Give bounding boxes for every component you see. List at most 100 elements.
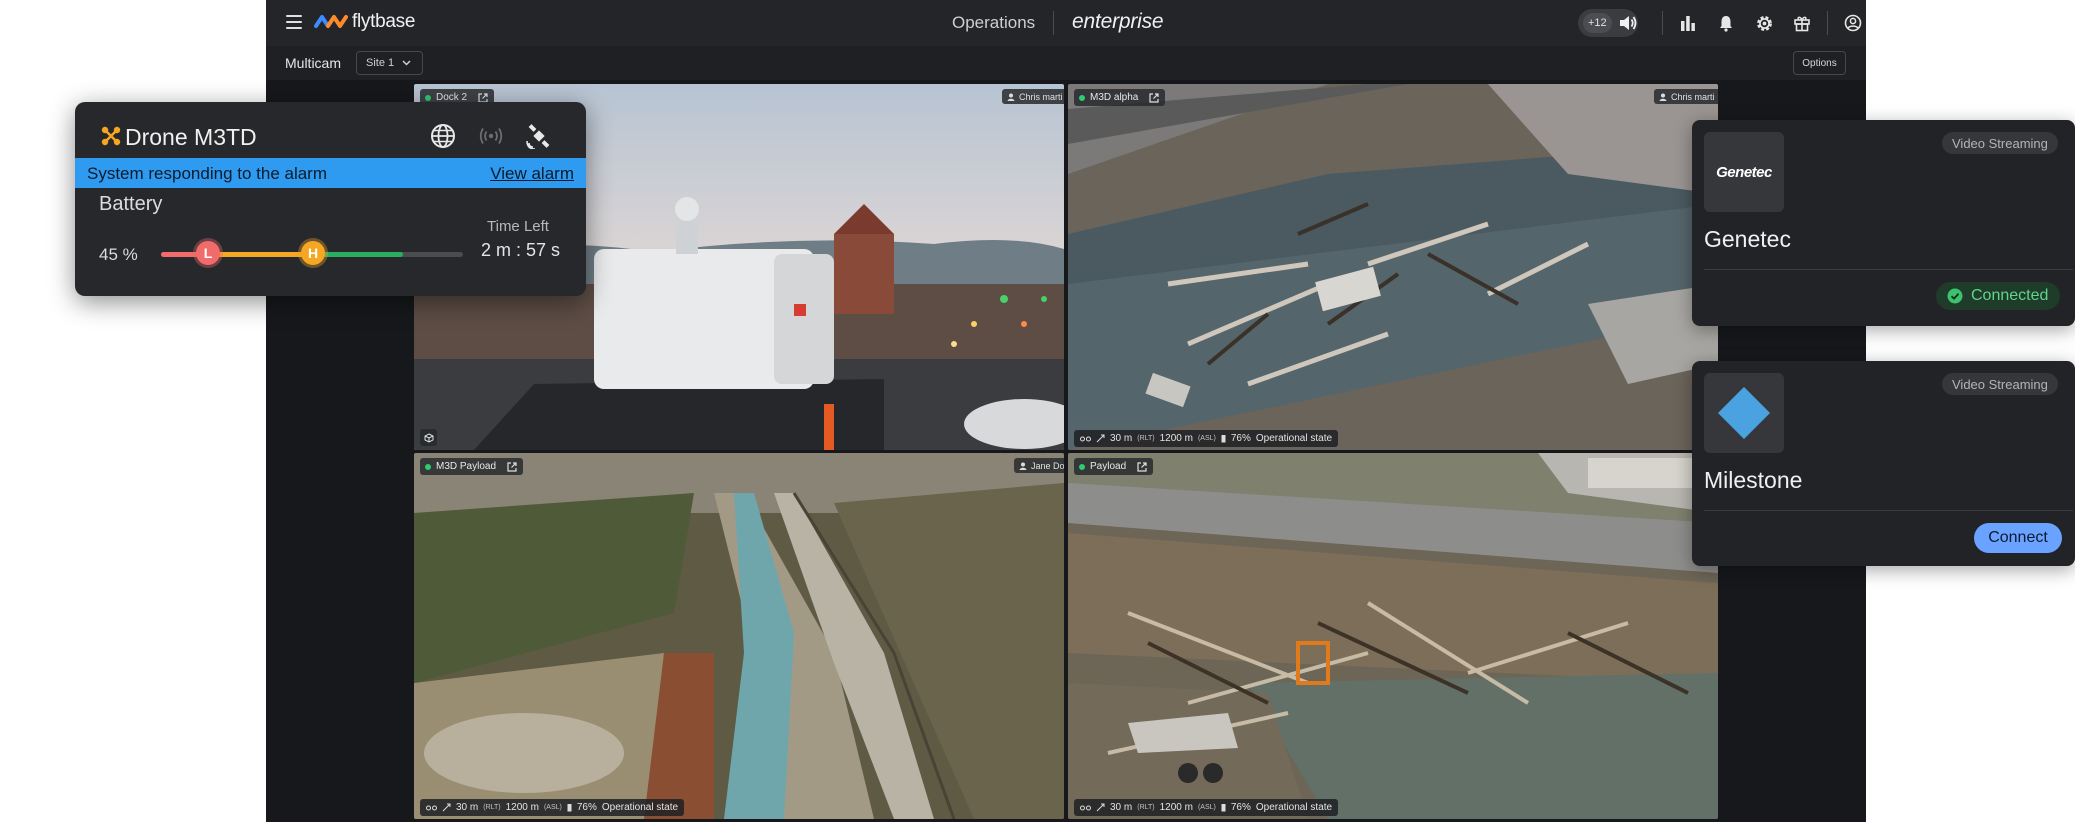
brand-logo[interactable]: flytbase [314,11,415,33]
top-icon-group [1656,0,1866,46]
profile-button[interactable] [1834,0,1866,46]
alarm-message: System responding to the alarm [87,164,328,183]
battery-icon [567,804,572,812]
globe-icon[interactable] [430,123,456,149]
chevron-down-icon [402,60,411,66]
feed-name: M3D Payload [436,461,497,472]
operational-state: Operational state [1255,802,1333,813]
online-status-dot [425,463,431,470]
battery-label: Battery [99,193,163,215]
aerial-flood-image [1068,84,1718,450]
high-marker-label: H [307,245,319,261]
integration-card-genetec: Genetec Video Streaming Genetec Connecte… [1692,120,2075,326]
icon-divider [1827,11,1828,35]
external-link-icon[interactable] [478,92,488,103]
operational-state: Operational state [601,802,679,813]
high-threshold-handle[interactable]: H [301,241,325,265]
battery-percent: 45 % [99,245,138,264]
integration-type-tag: Video Streaming [1942,132,2058,154]
bar-chart-icon [1681,16,1695,31]
operator-name: Chris marti [1671,91,1715,102]
user-circle-icon [1844,14,1862,32]
brand-name: flytbase [352,11,416,32]
menu-icon[interactable] [286,15,302,29]
drone-icon [101,126,121,146]
operator-name: Chris marti [1019,91,1063,102]
milestone-diamond-icon [1718,387,1770,439]
low-marker-label: L [203,245,213,261]
asl-unit: (ASL) [543,804,562,811]
altitude-icon [442,803,451,812]
telemetry-bar: 30 m (RLT) 1200 m (ASL) 76% Operational st… [420,799,685,816]
telemetry-bar: 30 m (RLT) 1200 m (ASL) 76% Operational st… [1074,430,1339,447]
bell-icon [1720,16,1732,32]
connected-status-text: Connected [1971,287,2049,304]
drone-icon [426,805,437,810]
external-link-icon[interactable] [1137,461,1147,472]
integration-name: Genetec [1704,226,1791,252]
battery-icon [1221,435,1226,443]
video-feed-m3d-payload[interactable]: M3D Payload Jane Doe 30 m (RLT) 1200 m (AS… [414,453,1064,819]
user-icon [1007,93,1015,101]
aerial-debris-image [1068,453,1718,819]
edition-label: enterprise [1072,10,1164,33]
check-circle-icon [1947,288,1963,304]
altitude-rlt: 30 m [456,802,479,813]
aerial-river-image [414,453,1064,819]
drone-status-card: Drone M3TD System responding to the alar… [75,102,586,296]
feed-label: Payload [1074,458,1154,475]
online-status-dot [425,94,431,101]
card-divider [1704,510,2073,511]
nav-operations[interactable]: Operations [952,13,1035,33]
rlt-unit: (RLT) [1137,435,1155,442]
icon-divider [1662,11,1663,35]
integration-card-milestone: Video Streaming Milestone Connect [1692,361,2075,566]
telemetry-bar: 30 m (RLT) 1200 m (ASL) 76% Operational st… [1074,799,1339,816]
milestone-logo [1704,373,1784,453]
external-link-icon[interactable] [507,461,517,472]
whats-new-button[interactable] [1783,0,1821,46]
speaker-icon [1619,16,1637,30]
time-left-label: Time Left [487,218,549,235]
asl-unit: (ASL) [1197,435,1216,442]
settings-button[interactable] [1745,0,1783,46]
audio-alerts-toggle[interactable]: +12 [1578,9,1638,37]
operational-state: Operational state [1255,433,1333,444]
video-feed-m3d-alpha[interactable]: M3D alpha Chris marti 30 m (RLT) 1200 m (A… [1068,84,1718,450]
feed-label: M3D alpha [1074,89,1166,106]
battery-icon [1221,804,1226,812]
external-link-icon[interactable] [1149,92,1159,103]
low-threshold-handle[interactable]: L [196,241,220,265]
audio-count-badge: +12 [1583,13,1612,33]
view-alarm-link[interactable]: View alarm [490,164,574,184]
dock-3d-button[interactable] [420,429,437,446]
alarm-banner: System responding to the alarm View alar… [75,158,586,188]
altitude-asl: 1200 m [1159,433,1193,444]
nav-divider [1053,11,1054,35]
view-title: Multicam [285,55,342,71]
site-dropdown[interactable]: Site 1 [356,51,423,75]
altitude-asl: 1200 m [1159,802,1193,813]
rlt-unit: (RLT) [483,804,501,811]
rlt-unit: (RLT) [1137,804,1155,811]
altitude-icon [1096,434,1105,443]
drone-title: Drone M3TD [125,124,257,150]
satellite-icon[interactable] [526,123,552,149]
analytics-button[interactable] [1669,0,1707,46]
signal-broadcast-icon[interactable] [478,123,504,149]
video-feed-payload[interactable]: Payload Ja 30 m(RLT) 1200 m(ASL) 76% Ope… [1068,453,1718,819]
notifications-button[interactable] [1707,0,1745,46]
battery-level: 76% [1230,433,1251,444]
integration-name: Milestone [1704,467,1803,493]
gear-icon [1756,15,1772,31]
genetec-logo-text: Genetec [1716,163,1772,181]
feed-label: M3D Payload [420,458,524,475]
user-icon [1659,93,1667,101]
altitude-icon [1096,803,1105,812]
feed-name: M3D alpha [1090,92,1139,103]
flytbase-logo-icon [314,15,348,28]
operator-tag: Chris marti [1002,89,1064,104]
options-button[interactable]: Options [1793,51,1846,75]
connect-button[interactable]: Connect [1974,523,2062,553]
site-dropdown-value: Site 1 [366,57,395,69]
